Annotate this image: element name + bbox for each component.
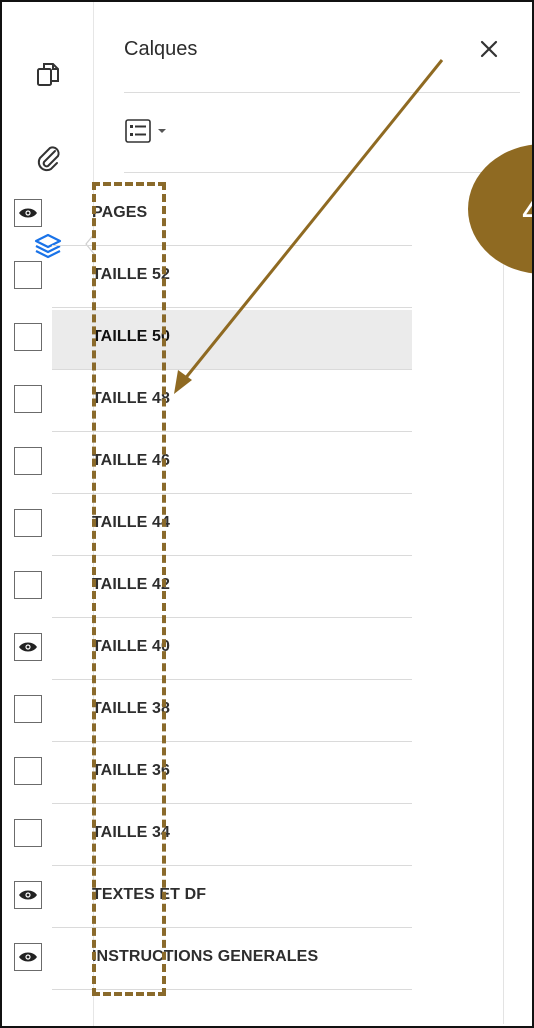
layer-name: TEXTES ET DF xyxy=(92,886,207,903)
layer-row[interactable]: TAILLE 36 xyxy=(2,742,412,804)
layer-name: TAILLE 42 xyxy=(92,576,170,593)
eye-icon xyxy=(19,890,37,900)
layer-row[interactable]: TAILLE 38 xyxy=(2,680,412,742)
layer-row[interactable]: TAILLE 40 xyxy=(2,618,412,680)
layer-visibility-toggle[interactable] xyxy=(14,323,42,351)
layer-name: TAILLE 52 xyxy=(92,266,170,283)
attachments-paperclip-icon[interactable] xyxy=(30,140,66,176)
layer-visibility-toggle[interactable] xyxy=(14,633,42,661)
layer-visibility-toggle[interactable] xyxy=(14,571,42,599)
chevron-down-icon xyxy=(158,129,166,133)
layer-visibility-toggle[interactable] xyxy=(14,881,42,909)
header-divider xyxy=(124,92,520,93)
step-number: 4 xyxy=(522,188,532,233)
layer-row[interactable]: TAILLE 42 xyxy=(2,556,412,618)
layer-row[interactable]: TEXTES ET DF xyxy=(2,866,412,928)
layer-name: TAILLE 40 xyxy=(92,638,170,655)
screenshot-frame: Calques PAGES TAILLE 52 TAILLE 50 TAILLE 48… xyxy=(0,0,534,1028)
layer-row[interactable]: TAILLE 48 xyxy=(2,370,412,432)
layer-visibility-toggle[interactable] xyxy=(14,695,42,723)
scroll-track[interactable] xyxy=(503,184,504,1024)
layer-row[interactable]: TAILLE 34 xyxy=(2,804,412,866)
layer-visibility-toggle[interactable] xyxy=(14,447,42,475)
panel-title: Calques xyxy=(124,38,198,60)
close-button[interactable] xyxy=(474,34,504,64)
layer-row[interactable]: PAGES xyxy=(2,184,412,246)
layer-name: TAILLE 34 xyxy=(92,824,170,841)
toolbar-divider xyxy=(124,172,520,173)
eye-icon xyxy=(19,642,37,652)
eye-icon xyxy=(19,952,37,962)
layer-visibility-toggle[interactable] xyxy=(14,261,42,289)
layer-visibility-toggle[interactable] xyxy=(14,509,42,537)
layer-name: TAILLE 44 xyxy=(92,514,170,531)
layer-name: PAGES xyxy=(92,204,148,221)
layer-visibility-toggle[interactable] xyxy=(14,819,42,847)
pages-thumbnails-icon[interactable] xyxy=(30,56,66,92)
layer-options-icon xyxy=(125,119,166,143)
layer-row[interactable]: TAILLE 44 xyxy=(2,494,412,556)
layer-name: TAILLE 38 xyxy=(92,700,170,717)
row-divider xyxy=(52,989,412,990)
layer-visibility-toggle[interactable] xyxy=(14,199,42,227)
eye-icon xyxy=(19,208,37,218)
layer-options-button[interactable] xyxy=(124,114,194,148)
layer-visibility-toggle[interactable] xyxy=(14,385,42,413)
layer-row[interactable]: INSTRUCTIONS GENERALES xyxy=(2,928,412,990)
layer-name: INSTRUCTIONS GENERALES xyxy=(92,948,319,965)
layer-row[interactable]: TAILLE 50 xyxy=(2,308,412,370)
layer-name: TAILLE 36 xyxy=(92,762,170,779)
layer-row[interactable]: TAILLE 52 xyxy=(2,246,412,308)
close-icon xyxy=(480,40,498,58)
layer-name: TAILLE 50 xyxy=(92,328,170,345)
layer-name: TAILLE 46 xyxy=(92,452,170,469)
layer-name: TAILLE 48 xyxy=(92,390,170,407)
layer-visibility-toggle[interactable] xyxy=(14,943,42,971)
layer-visibility-toggle[interactable] xyxy=(14,757,42,785)
layer-row[interactable]: TAILLE 46 xyxy=(2,432,412,494)
